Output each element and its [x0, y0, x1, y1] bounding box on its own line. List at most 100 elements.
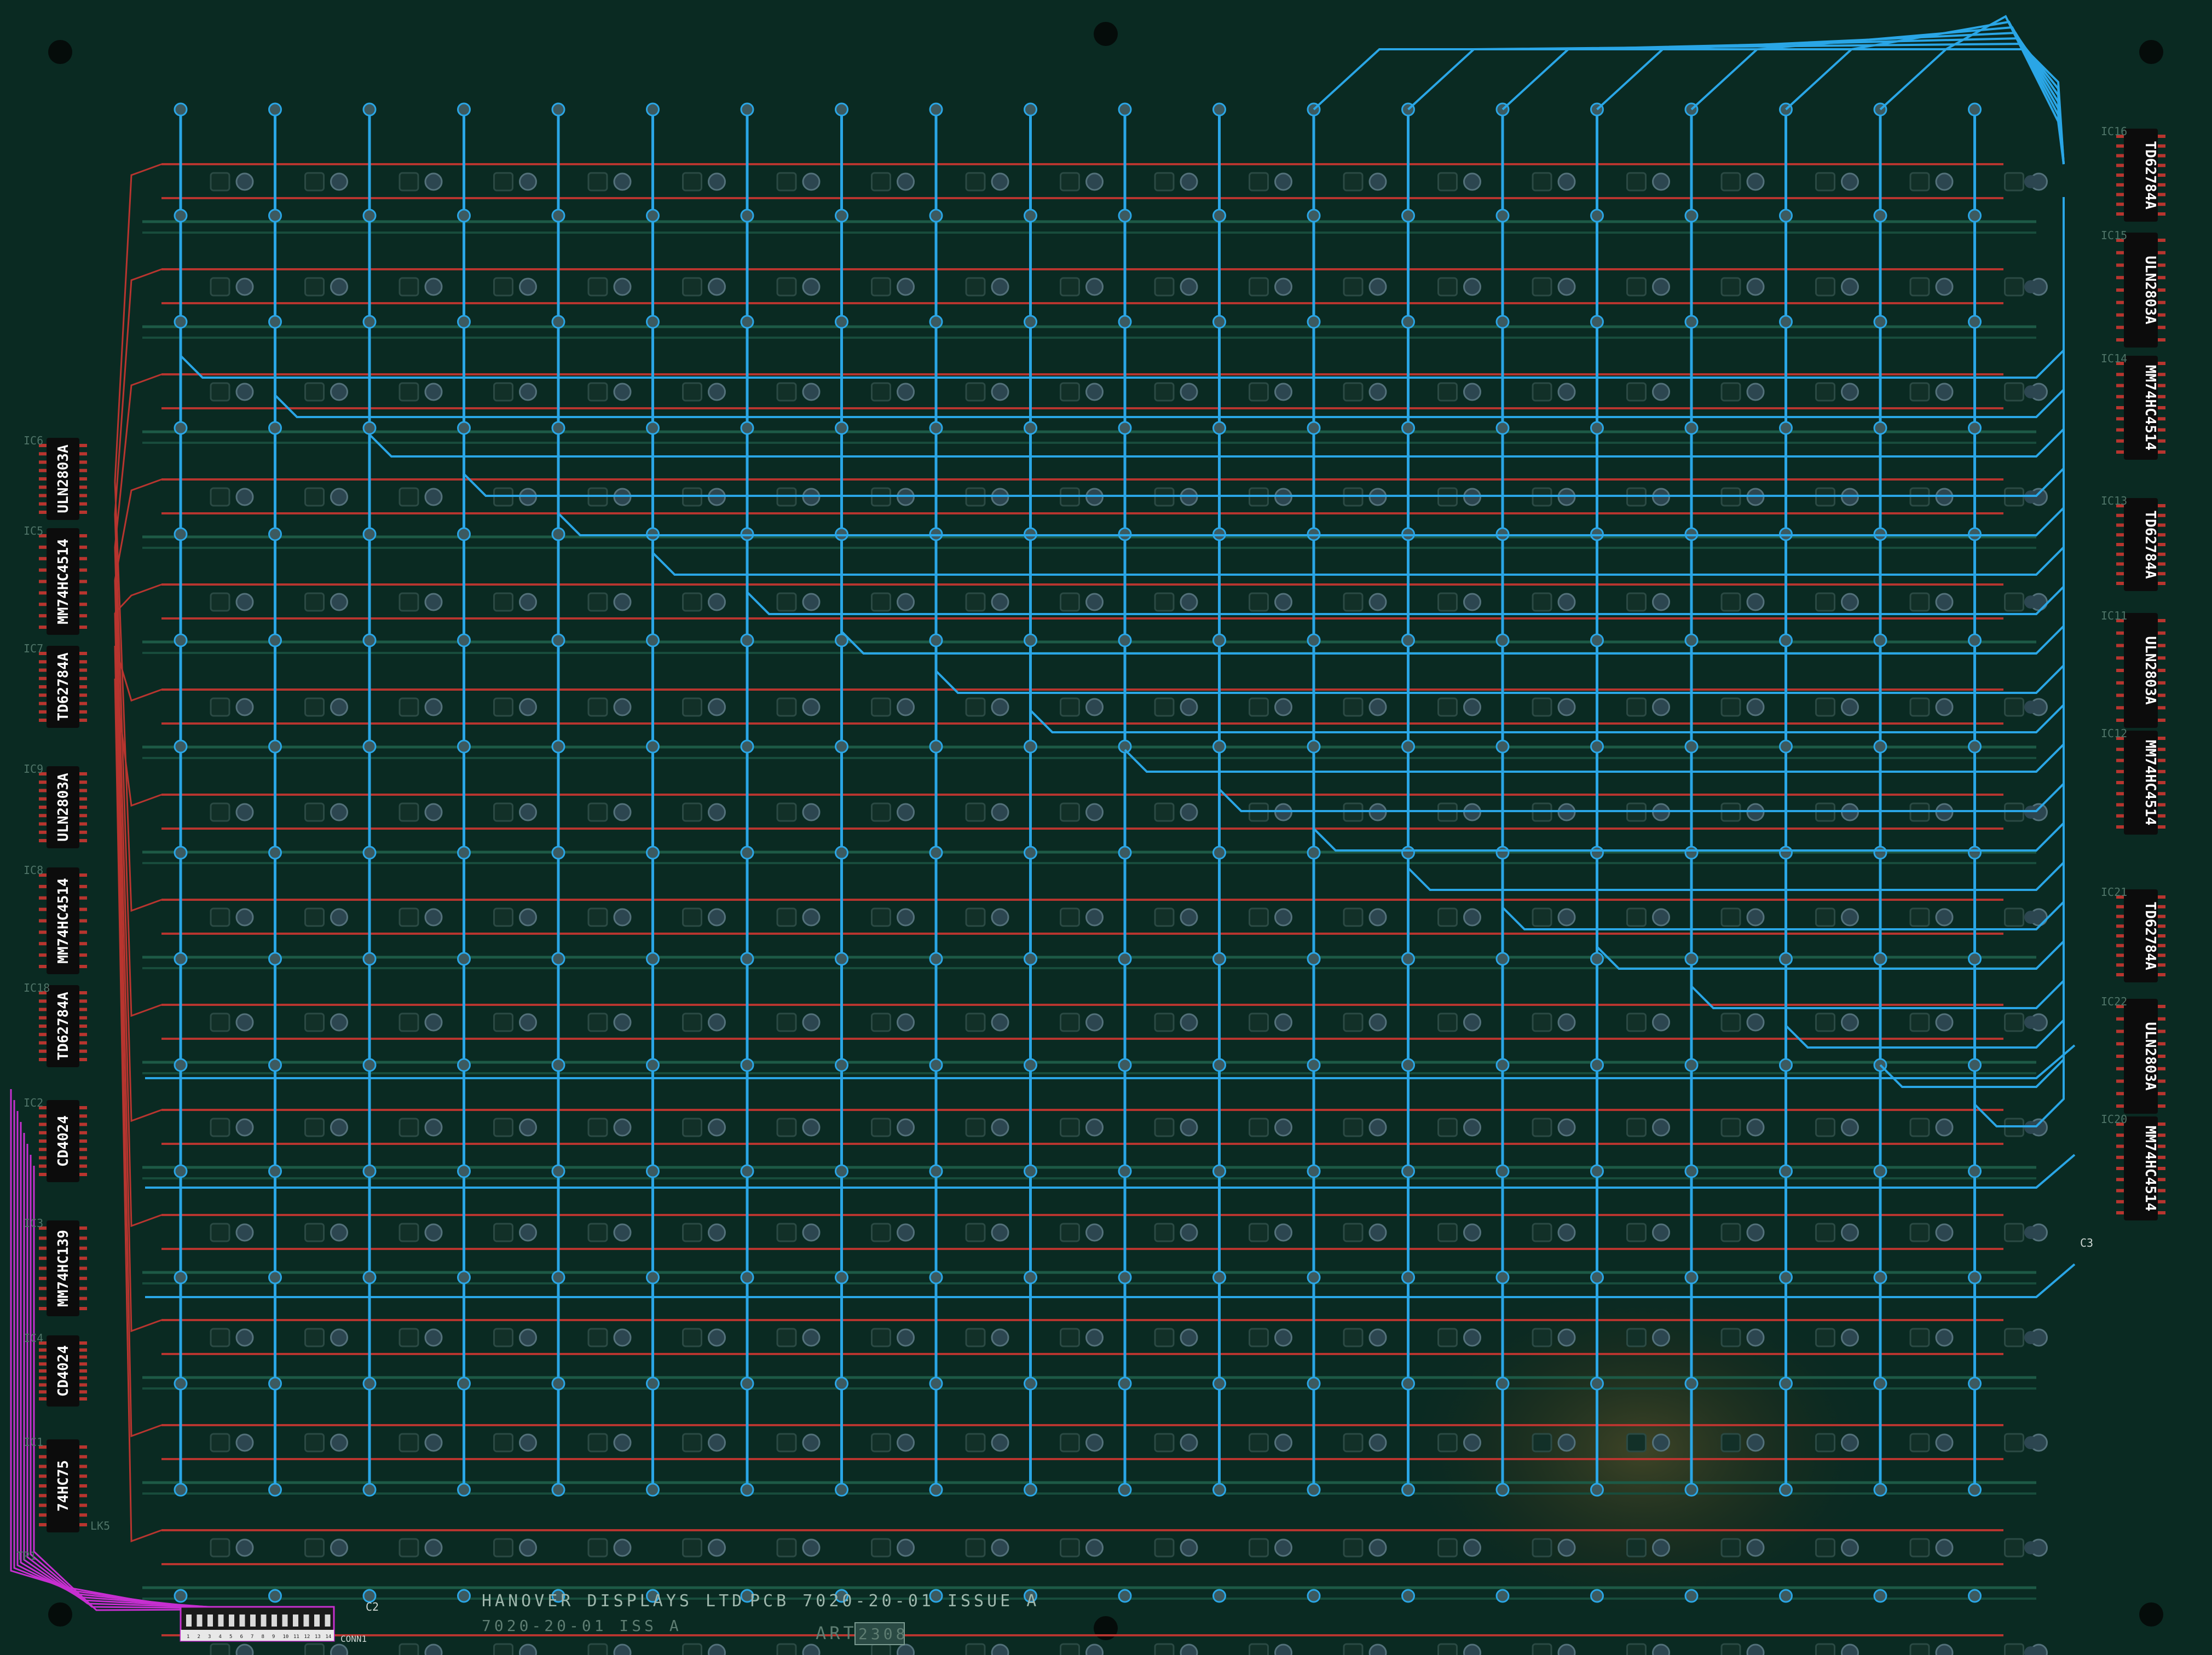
- ic-pin: [39, 884, 47, 888]
- pixel-via: [1085, 1013, 1104, 1032]
- pixel-via: [235, 277, 254, 296]
- ic-pin: [2158, 1167, 2165, 1170]
- ic-pin: [79, 444, 87, 447]
- pixel-pad: [1249, 1328, 1269, 1347]
- pixel-via: [1935, 277, 1954, 296]
- pixel-via: [235, 1223, 254, 1242]
- pixel-via: [330, 1328, 348, 1347]
- ic-pin: [2116, 706, 2124, 710]
- pixel-via: [1746, 277, 1765, 296]
- column-via: [268, 1164, 282, 1178]
- column-via: [1024, 1483, 1037, 1497]
- pixel-pad: [682, 907, 702, 927]
- column-via: [1684, 1164, 1699, 1178]
- pixel-via: [1180, 803, 1198, 821]
- pixel-pad: [1060, 907, 1080, 927]
- ic-pin: [79, 930, 87, 934]
- column-via: [1873, 846, 1887, 860]
- ic-pin: [79, 907, 87, 911]
- column-via: [362, 846, 377, 860]
- pixel-pad: [682, 1328, 702, 1347]
- pixel-via: [1463, 1328, 1481, 1347]
- pixel-pad: [1909, 382, 1930, 402]
- ic-pin: [2116, 326, 2124, 329]
- pixel-via: [613, 1538, 632, 1557]
- ic-part-label: CD4024: [55, 1345, 72, 1397]
- pixel-pad: [304, 697, 325, 717]
- column-via: [1590, 209, 1604, 223]
- ic-pin: [39, 1513, 47, 1517]
- pixel-via: [1841, 698, 1859, 716]
- ic-pin: [39, 1041, 47, 1045]
- pixel-pad: [1154, 907, 1175, 927]
- pixel-via: [1368, 1644, 1387, 1655]
- pixel-pad: [1815, 697, 1835, 717]
- ic-pin: [2158, 1144, 2165, 1148]
- column-via: [1779, 952, 1793, 966]
- column-via: [268, 1058, 282, 1072]
- pixel-via: [1085, 593, 1104, 611]
- connector-pin: [325, 1615, 331, 1627]
- ic-pin: [39, 1156, 47, 1160]
- column-via: [1212, 1483, 1226, 1497]
- pixel-pad: [871, 907, 891, 927]
- pixel-via: [1652, 1328, 1670, 1347]
- pixel-pad: [1720, 277, 1741, 297]
- pixel-via: [1180, 277, 1198, 296]
- pixel-pad: [965, 277, 986, 297]
- ic-pin: [2158, 737, 2165, 740]
- column-via: [1024, 633, 1037, 647]
- pixel-via: [991, 277, 1009, 296]
- mounting-hole: [2139, 40, 2163, 64]
- column-via: [646, 102, 660, 117]
- ic-pin: [2158, 759, 2165, 762]
- ic-pin: [2158, 144, 2165, 148]
- pixel-pad: [398, 1118, 419, 1137]
- pixel-via: [1085, 172, 1104, 191]
- ic-pin: [2158, 263, 2165, 267]
- pixel-via: [1652, 698, 1670, 716]
- pixel-via: [519, 1644, 537, 1655]
- column-via: [835, 739, 848, 754]
- column-via: [646, 421, 660, 435]
- column-via: [1024, 421, 1037, 435]
- column-via: [1495, 1058, 1510, 1072]
- pixel-pad: [1343, 1118, 1364, 1137]
- pixel-via: [424, 1223, 443, 1242]
- pixel-via: [897, 383, 915, 401]
- pixel-pad: [1437, 1433, 1458, 1453]
- row-end-via: [2024, 1016, 2037, 1029]
- pixel-via: [1085, 1328, 1104, 1347]
- column-via: [174, 1164, 188, 1178]
- pixel-pad: [1720, 1328, 1741, 1347]
- ic-part-label: TD62784A: [2142, 141, 2158, 210]
- pixel-via: [802, 383, 821, 401]
- ic-pin: [2158, 953, 2165, 957]
- ic-pin: [79, 719, 87, 722]
- column-via: [1495, 1376, 1510, 1391]
- column-via: [551, 1483, 565, 1497]
- pixel-via: [1652, 908, 1670, 927]
- ic-pin: [39, 919, 47, 923]
- pixel-via: [1274, 908, 1292, 927]
- ic-pin: [2158, 406, 2165, 409]
- pixel-pad: [776, 172, 797, 192]
- pixel-pad: [2004, 382, 2024, 402]
- pixel-pad: [1720, 382, 1741, 402]
- ic-pin: [39, 1246, 47, 1250]
- column-via: [1212, 102, 1226, 117]
- column-via: [362, 1483, 377, 1497]
- pixel-pad: [398, 382, 419, 402]
- pixel-via: [991, 383, 1009, 401]
- pixel-via: [991, 593, 1009, 611]
- pixel-pad: [1437, 1328, 1458, 1347]
- pixel-pad: [682, 1118, 702, 1137]
- c2-label: C2: [366, 1600, 379, 1613]
- pixel-pad: [776, 1012, 797, 1032]
- ic-pin: [2116, 1079, 2124, 1083]
- ic-pin: [39, 814, 47, 818]
- pixel-via: [1274, 1538, 1292, 1557]
- pixel-pad: [871, 1643, 891, 1655]
- pixel-via: [1368, 277, 1387, 296]
- ic-ref-label: IC6: [24, 434, 43, 447]
